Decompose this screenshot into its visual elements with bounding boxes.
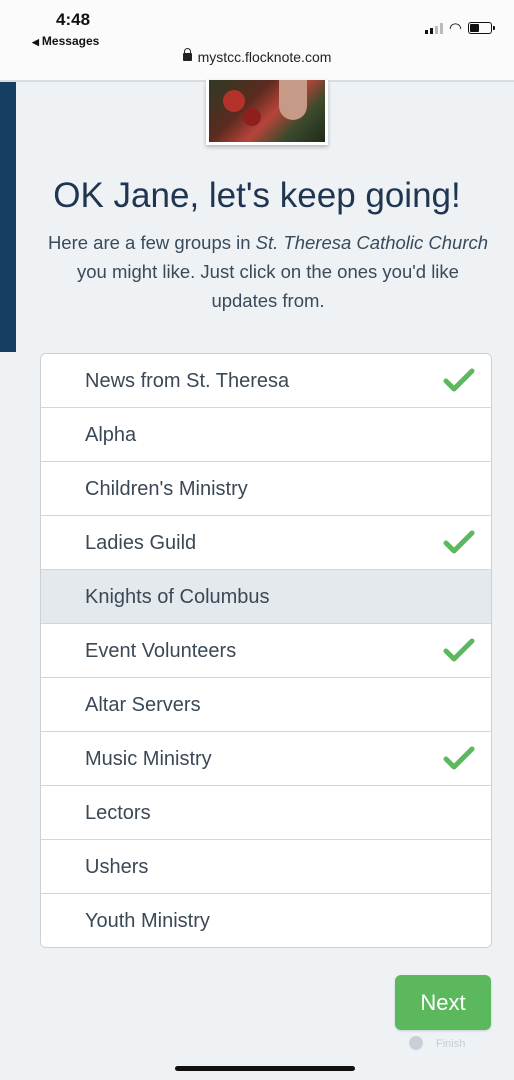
group-item[interactable]: Event Volunteers — [41, 624, 491, 678]
group-item[interactable]: Youth Ministry — [41, 894, 491, 947]
status-time: 4:48 — [56, 10, 91, 29]
next-button[interactable]: Next — [395, 975, 491, 1030]
group-item[interactable]: Music Ministry — [41, 732, 491, 786]
group-item[interactable]: Children's Ministry — [41, 462, 491, 516]
group-item[interactable]: Knights of Columbus — [41, 570, 491, 624]
church-avatar — [206, 80, 328, 145]
cellular-signal-icon — [424, 22, 443, 34]
back-app-label: Messages — [41, 34, 100, 48]
group-item[interactable]: Lectors — [41, 786, 491, 840]
group-item[interactable]: Ushers — [41, 840, 491, 894]
faded-icon — [409, 1036, 423, 1050]
group-label: News from St. Theresa — [85, 370, 290, 392]
system-icons: ◠ — [424, 19, 495, 37]
group-label: Altar Servers — [85, 694, 201, 716]
group-label: Ushers — [85, 856, 149, 878]
status-bar: 4:48 ◀ Messages mystcc.flocknote.com ◠ — [0, 0, 514, 82]
back-arrow-icon: ◀ — [32, 37, 39, 47]
group-label: Event Volunteers — [85, 640, 237, 662]
lock-icon — [182, 48, 192, 61]
group-label: Youth Ministry — [85, 910, 210, 932]
intro-text: Here are a few groups in St. Theresa Cat… — [42, 228, 494, 315]
address-bar[interactable]: mystcc.flocknote.com — [0, 48, 514, 65]
church-name: St. Theresa Catholic Church — [255, 232, 489, 253]
check-icon — [443, 746, 475, 770]
group-item[interactable]: Altar Servers — [41, 678, 491, 732]
check-icon — [443, 530, 475, 554]
page-title: OK Jane, let's keep going! — [53, 176, 461, 215]
url-text: mystcc.flocknote.com — [197, 49, 332, 65]
wifi-icon: ◠ — [448, 19, 462, 37]
group-item[interactable]: Ladies Guild — [41, 516, 491, 570]
group-label: Music Ministry — [85, 748, 212, 770]
battery-icon — [468, 22, 495, 34]
group-list: News from St. Theresa Alpha Children's Min… — [40, 353, 492, 948]
check-icon — [443, 638, 475, 662]
group-item[interactable]: Alpha — [41, 408, 491, 462]
group-item[interactable]: News from St. Theresa — [41, 354, 491, 408]
group-label: Children's Ministry — [85, 478, 248, 500]
group-label: Alpha — [85, 424, 137, 446]
group-label: Ladies Guild — [85, 532, 197, 554]
group-label: Knights of Columbus — [85, 586, 270, 608]
intro-suffix: you might like. Just click on the ones y… — [77, 261, 459, 311]
back-to-messages[interactable]: ◀ Messages — [32, 34, 99, 48]
group-label: Lectors — [85, 802, 151, 824]
check-icon — [443, 368, 475, 392]
home-indicator — [175, 1066, 355, 1071]
faded-label: Finish — [436, 1038, 466, 1050]
intro-prefix: Here are a few groups in — [47, 232, 256, 253]
